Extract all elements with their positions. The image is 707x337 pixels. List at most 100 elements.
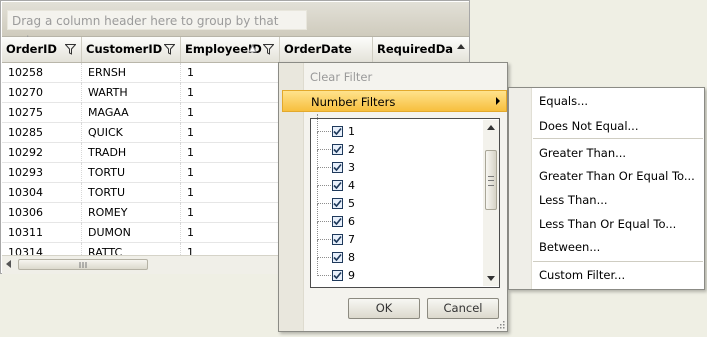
filter-value-item[interactable]: 3 xyxy=(317,150,477,177)
filter-value-item[interactable]: 6 xyxy=(317,204,477,231)
column-header-row: OrderID CustomerID EmployeeID OrderDate … xyxy=(2,37,469,63)
tree-line xyxy=(317,257,331,258)
checkbox[interactable] xyxy=(332,180,343,191)
submenu-arrow-icon xyxy=(496,97,500,105)
table-cell-order-id[interactable]: 10304 xyxy=(2,183,82,203)
tree-line xyxy=(317,114,318,132)
table-cell-customer-id[interactable]: RATTC xyxy=(82,243,181,255)
checkbox[interactable] xyxy=(332,270,343,281)
ok-button[interactable]: OK xyxy=(348,298,420,319)
table-cell-order-id[interactable]: 10275 xyxy=(2,103,82,123)
filter-value-label: 1 xyxy=(348,125,355,138)
filter-value-item[interactable]: 2 xyxy=(317,132,477,159)
table-cell-customer-id[interactable]: MAGAA xyxy=(82,103,181,123)
menu-item-custom-filter[interactable]: Custom Filter... xyxy=(539,264,625,286)
tree-line xyxy=(317,168,318,186)
checkbox[interactable] xyxy=(332,198,343,209)
table-cell-order-id[interactable]: 10311 xyxy=(2,223,82,243)
tree-line xyxy=(317,275,331,276)
column-header-employeeid[interactable]: EmployeeID xyxy=(181,37,280,62)
filter-value-label: 3 xyxy=(348,161,355,174)
table-cell-employee-id[interactable]: 1 xyxy=(181,203,280,223)
table-cell-employee-id[interactable]: 1 xyxy=(181,143,280,163)
menu-item-less-than[interactable]: Less Than... xyxy=(539,189,608,211)
filter-value-item[interactable]: 9 xyxy=(317,258,477,285)
menu-separator xyxy=(533,138,703,139)
clear-filter-item[interactable]: Clear Filter xyxy=(283,67,505,87)
table-cell-order-id[interactable]: 10285 xyxy=(2,123,82,143)
table-cell-customer-id[interactable]: ROMEY xyxy=(82,203,181,223)
menu-icon-strip xyxy=(509,88,532,289)
cancel-button[interactable]: Cancel xyxy=(427,298,499,319)
number-filters-label: Number Filters xyxy=(311,95,396,109)
column-header-customerid[interactable]: CustomerID xyxy=(82,37,181,62)
table-cell-employee-id[interactable]: 1 xyxy=(181,83,280,103)
vertical-scrollbar[interactable] xyxy=(453,37,469,62)
table-cell-customer-id[interactable]: TRADH xyxy=(82,143,181,163)
table-cell-employee-id[interactable]: 1 xyxy=(181,243,280,255)
filter-value-item[interactable]: 5 xyxy=(317,186,477,213)
menu-item-does-not-equal[interactable]: Does Not Equal... xyxy=(539,115,638,137)
menu-item-equals[interactable]: Equals... xyxy=(539,90,588,112)
resize-grip-icon[interactable] xyxy=(497,321,505,329)
filter-value-label: 8 xyxy=(348,251,355,264)
filter-value-item[interactable]: 7 xyxy=(317,222,477,249)
value-list[interactable]: 1 2 3 4 5 6 7 8 9 xyxy=(310,114,500,288)
checkbox[interactable] xyxy=(332,252,343,263)
checkbox[interactable] xyxy=(332,126,343,137)
menu-item-less-than-or-equal[interactable]: Less Than Or Equal To... xyxy=(539,213,676,235)
column-header-label: CustomerID xyxy=(86,42,163,56)
checkbox[interactable] xyxy=(332,162,343,173)
table-cell-order-id[interactable]: 10258 xyxy=(2,63,82,83)
checkbox[interactable] xyxy=(332,216,343,227)
list-scrollbar[interactable] xyxy=(483,120,499,286)
table-cell-customer-id[interactable]: WARTH xyxy=(82,83,181,103)
filter-value-item[interactable]: 8 xyxy=(317,240,477,267)
filter-icon[interactable] xyxy=(65,44,76,55)
filter-icon[interactable] xyxy=(164,44,175,55)
tree-line xyxy=(317,132,318,150)
table-cell-employee-id[interactable]: 1 xyxy=(181,163,280,183)
table-cell-employee-id[interactable]: 1 xyxy=(181,103,280,123)
tree-line xyxy=(317,185,331,186)
table-cell-customer-id[interactable]: QUICK xyxy=(82,123,181,143)
checkmark-icon xyxy=(333,217,342,226)
table-cell-order-id[interactable]: 10293 xyxy=(2,163,82,183)
tree-line xyxy=(317,222,318,240)
scroll-down-icon[interactable] xyxy=(487,276,495,281)
number-filters-item[interactable]: Number Filters xyxy=(282,90,507,112)
filter-value-label: 7 xyxy=(348,233,355,246)
filter-icon[interactable] xyxy=(263,44,274,55)
menu-item-greater-than-or-equal[interactable]: Greater Than Or Equal To... xyxy=(539,165,695,187)
table-cell-employee-id[interactable]: 1 xyxy=(181,123,280,143)
menu-item-greater-than[interactable]: Greater Than... xyxy=(539,142,626,164)
filter-value-item[interactable]: 1 xyxy=(317,114,477,141)
tree-line xyxy=(317,149,331,150)
scroll-left-icon[interactable] xyxy=(6,260,11,268)
table-cell-order-id[interactable]: 10270 xyxy=(2,83,82,103)
table-cell-employee-id[interactable]: 1 xyxy=(181,183,280,203)
scroll-thumb[interactable] xyxy=(485,150,497,210)
column-header-orderdate[interactable]: OrderDate xyxy=(280,37,373,62)
checkmark-icon xyxy=(333,271,342,280)
scroll-thumb[interactable] xyxy=(18,259,148,270)
checkbox[interactable] xyxy=(332,144,343,155)
table-cell-order-id[interactable]: 10306 xyxy=(2,203,82,223)
scroll-up-icon[interactable] xyxy=(487,125,495,130)
table-cell-order-id[interactable]: 10292 xyxy=(2,143,82,163)
table-cell-customer-id[interactable]: ERNSH xyxy=(82,63,181,83)
checkmark-icon xyxy=(333,127,342,136)
checkbox[interactable] xyxy=(332,234,343,245)
table-cell-order-id[interactable]: 10314 xyxy=(2,243,82,255)
group-panel[interactable]: Drag a column header here to group by th… xyxy=(2,2,469,48)
table-cell-employee-id[interactable]: 1 xyxy=(181,223,280,243)
table-cell-customer-id[interactable]: TORTU xyxy=(82,163,181,183)
table-cell-employee-id[interactable]: 1 xyxy=(181,63,280,83)
scroll-up-icon[interactable] xyxy=(457,44,465,49)
column-header-label: OrderID xyxy=(6,42,57,56)
table-cell-customer-id[interactable]: DUMON xyxy=(82,223,181,243)
menu-item-between[interactable]: Between... xyxy=(539,236,600,258)
column-header-orderid[interactable]: OrderID xyxy=(2,37,82,62)
filter-value-item[interactable]: 4 xyxy=(317,168,477,195)
table-cell-customer-id[interactable]: TORTU xyxy=(82,183,181,203)
